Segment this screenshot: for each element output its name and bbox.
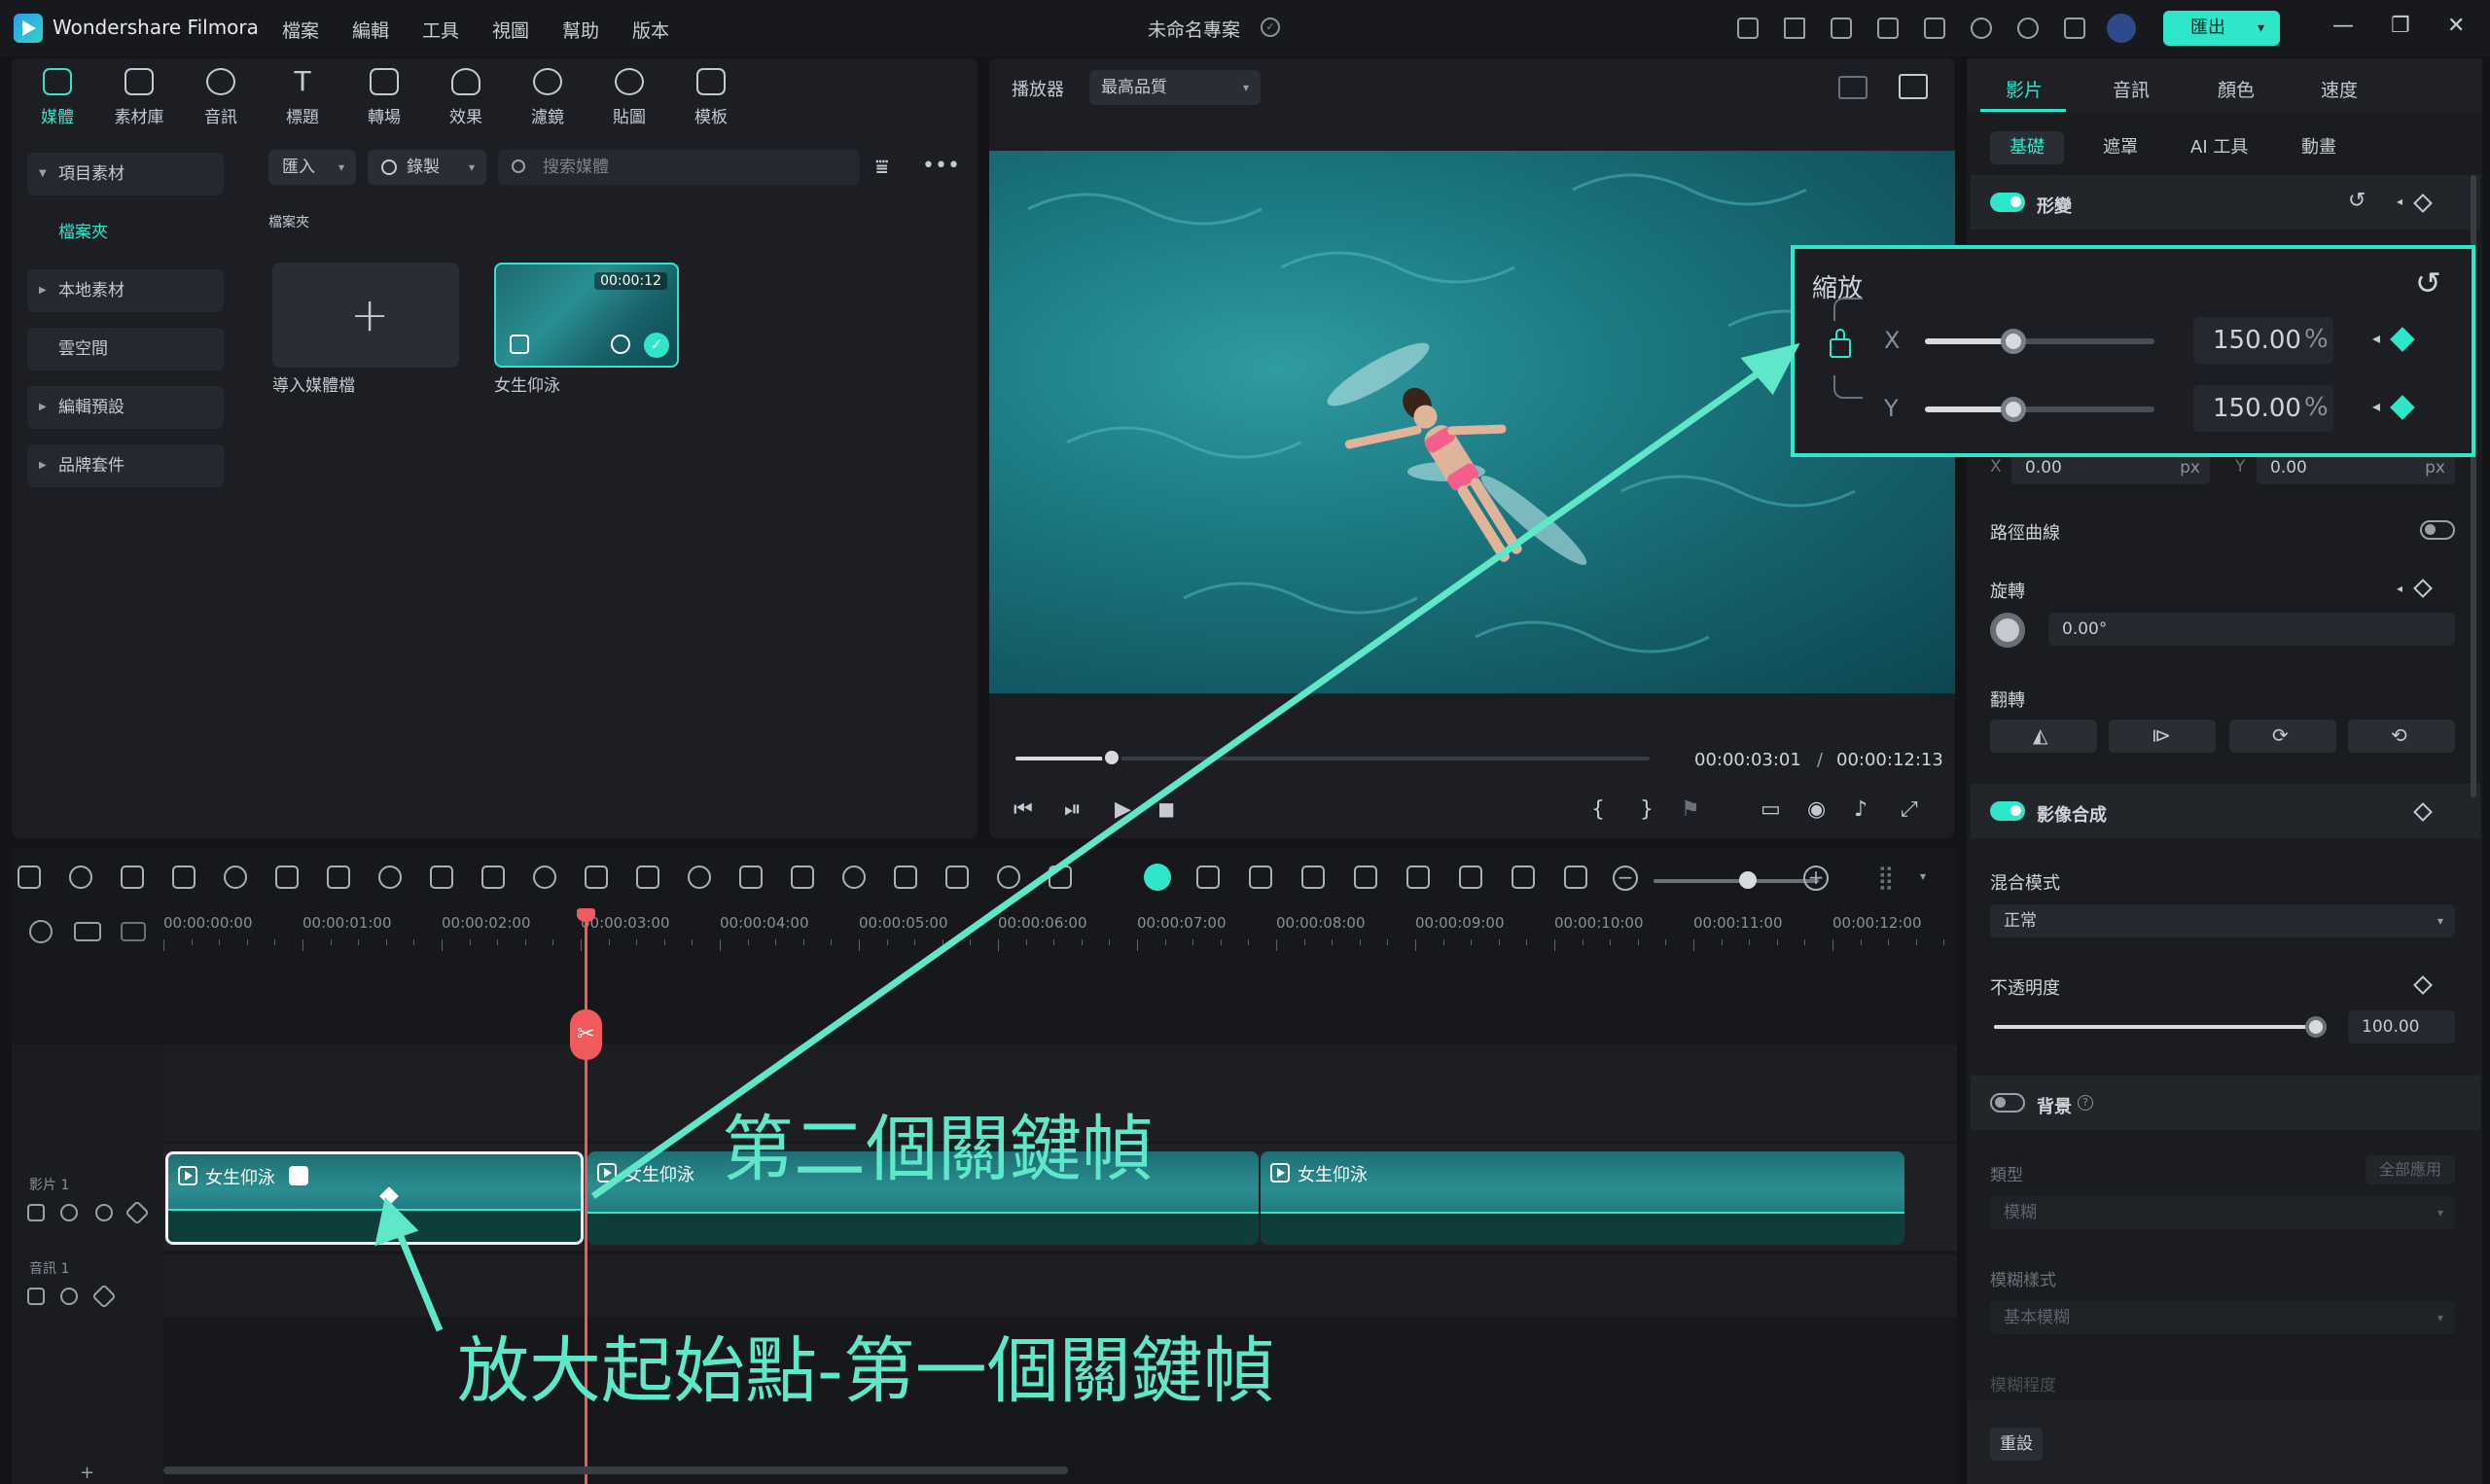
annotation-second-keyframe: 第二個關鍵幀 xyxy=(722,1108,1154,1191)
annotation-arrows xyxy=(374,342,1800,1332)
arrow-to-keyframe xyxy=(393,1225,444,1332)
arrow-to-scale xyxy=(590,369,1763,1199)
arrow-head-scale xyxy=(1740,342,1800,396)
annotation-first-keyframe: 放大起始點-第一個關鍵幀 xyxy=(457,1329,1275,1413)
arrow-head-keyframe xyxy=(374,1196,419,1247)
